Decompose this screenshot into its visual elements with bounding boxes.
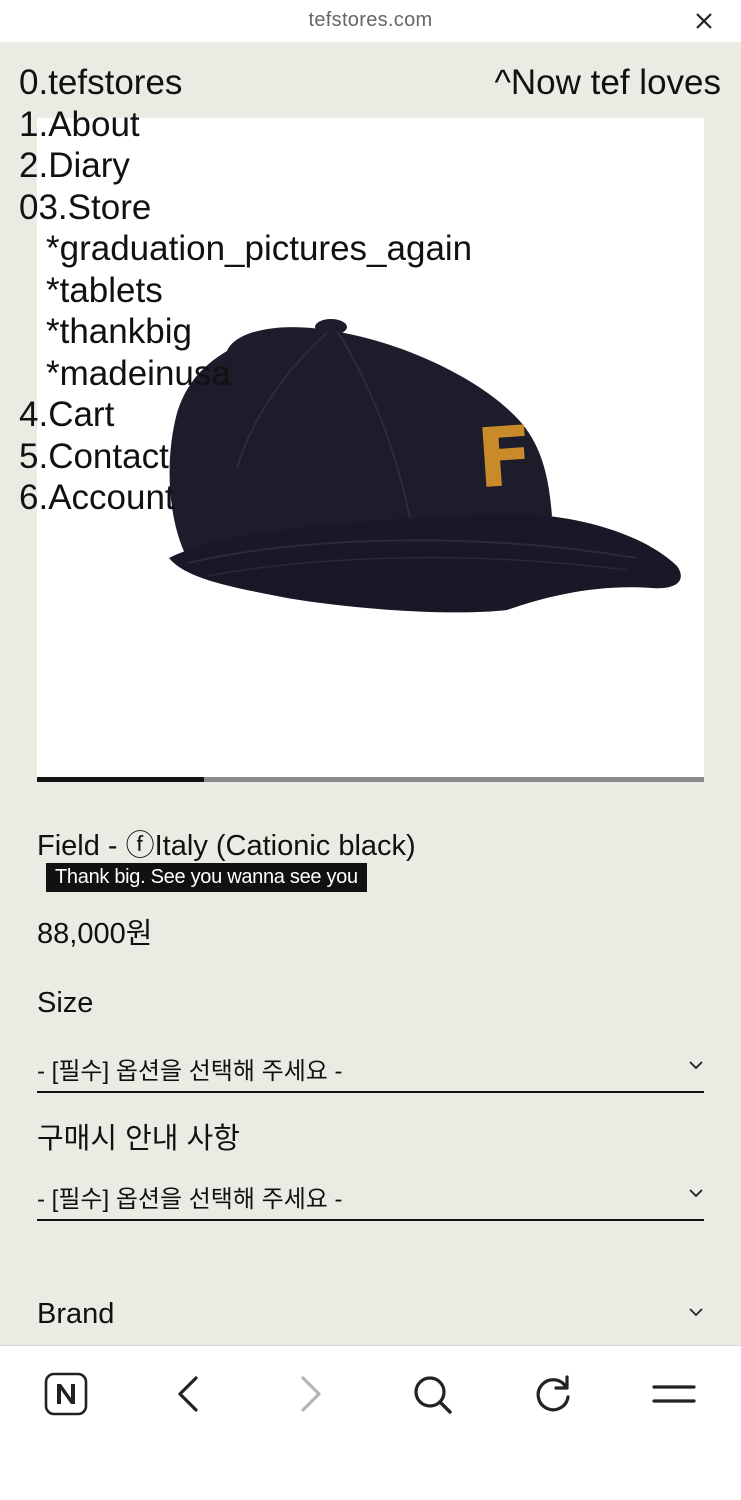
nav-subitem-graduation[interactable]: *graduation_pictures_again <box>19 228 472 270</box>
nav-item-contact[interactable]: 5.Contact <box>19 436 472 478</box>
page-content: F 0.tefstores 1.About 2.Diary 03.Store *… <box>0 42 741 1345</box>
nav-subitem-madeinusa[interactable]: *madeinusa <box>19 353 472 395</box>
site-navigation: 0.tefstores 1.About 2.Diary 03.Store *gr… <box>19 62 472 519</box>
nav-item-account[interactable]: 6.Account <box>19 477 472 519</box>
naver-home-icon[interactable] <box>42 1370 90 1418</box>
image-slider-progress <box>37 777 204 782</box>
close-icon[interactable] <box>691 8 717 34</box>
size-label: Size <box>37 987 94 1019</box>
purchase-notice-label: 구매시 안내 사항 <box>37 1123 240 1155</box>
nav-item-cart[interactable]: 4.Cart <box>19 394 472 436</box>
product-price: 88,000원 <box>37 918 153 950</box>
chevron-down-icon[interactable] <box>688 1304 704 1320</box>
search-icon[interactable] <box>408 1370 456 1418</box>
forward-arrow-icon[interactable] <box>287 1370 335 1418</box>
size-select[interactable]: - [필수] 옵션을 선택해 주세요 - <box>37 1047 704 1093</box>
browser-url-bar: tefstores.com <box>0 0 741 42</box>
nav-subitem-thankbig[interactable]: *thankbig <box>19 311 472 353</box>
chevron-down-icon <box>689 1189 703 1198</box>
nav-item-about[interactable]: 1.About <box>19 104 472 146</box>
product-title: Field - ⓕItaly (Cationic black) <box>37 830 416 862</box>
browser-toolbar <box>0 1345 741 1500</box>
purchase-notice-select[interactable]: - [필수] 옵션을 선택해 주세요 - <box>37 1175 704 1221</box>
purchase-notice-select-value: - [필수] 옵션을 선택해 주세요 - <box>37 1186 343 1213</box>
back-arrow-icon[interactable] <box>164 1370 212 1418</box>
size-select-value: - [필수] 옵션을 선택해 주세요 - <box>37 1058 343 1085</box>
reload-icon[interactable] <box>529 1370 577 1418</box>
url-text[interactable]: tefstores.com <box>0 9 741 32</box>
image-slider-track[interactable] <box>37 777 704 782</box>
now-tef-loves-link[interactable]: ^Now tef loves <box>494 62 721 104</box>
nav-subitem-tablets[interactable]: *tablets <box>19 270 472 312</box>
nav-item-home[interactable]: 0.tefstores <box>19 62 472 104</box>
svg-text:F: F <box>474 409 537 508</box>
brand-label[interactable]: Brand <box>37 1298 114 1331</box>
nav-item-diary[interactable]: 2.Diary <box>19 145 472 187</box>
chevron-down-icon <box>689 1061 703 1070</box>
menu-icon[interactable] <box>650 1370 698 1418</box>
nav-item-store[interactable]: 03.Store <box>19 187 472 229</box>
product-tagline: Thank big. See you wanna see you <box>46 863 367 892</box>
